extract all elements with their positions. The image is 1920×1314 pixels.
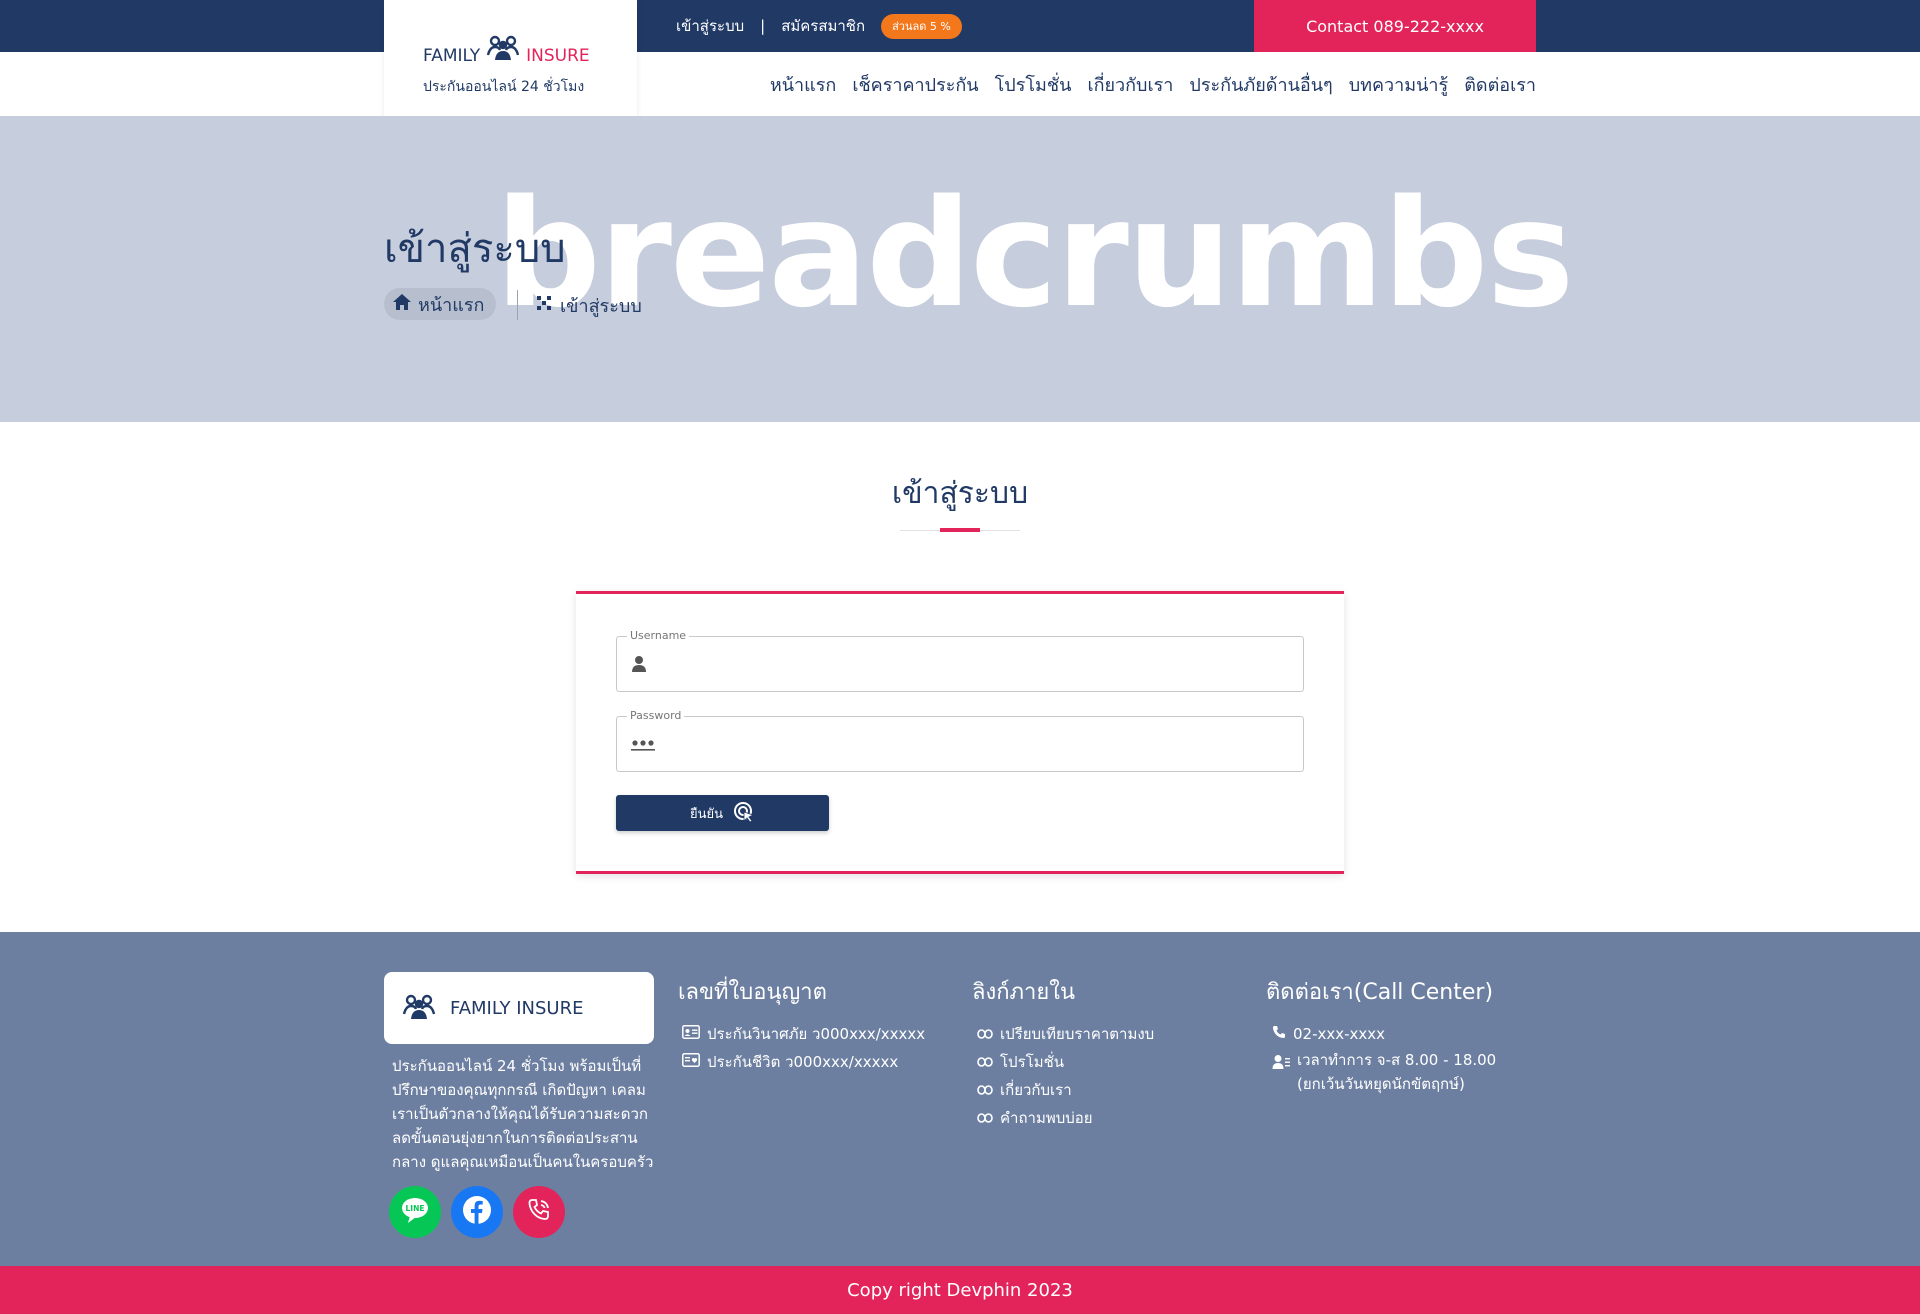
password-label: Password <box>627 709 685 722</box>
internal-links-list: เปรียบเทียบราคาตามงบ โปรโมชั่น เกี่ยวกับ… <box>977 1020 1154 1132</box>
footer-description: ประกันออนไลน์ 24 ชั่วโมง พร้อมเป็นที่ปรึ… <box>392 1057 654 1171</box>
submit-button[interactable]: ยืนยัน <box>616 795 829 831</box>
facebook-icon <box>462 1195 492 1229</box>
nav-item-promotions[interactable]: โปรโมชั่น <box>995 70 1072 99</box>
footer-brand: FAMILY INSURE <box>450 997 584 1019</box>
internal-links-heading: ลิงก์ภายใน <box>972 980 1076 1005</box>
password-input[interactable] <box>667 727 1287 763</box>
contact-list: 02-xxx-xxxx เวลาทำการ จ-ส 8.00 - 18.00 (… <box>1272 1020 1496 1096</box>
logo-family-text: FAMILY <box>423 46 481 66</box>
heading-accent-bar <box>940 528 980 532</box>
breadcrumb-home[interactable]: หน้าแรก <box>384 288 497 320</box>
footer-link-faq[interactable]: คำถามพบบ่อย <box>977 1104 1154 1132</box>
contact-button[interactable]: Contact 089-222-xxxx <box>1254 0 1536 52</box>
call-button[interactable] <box>513 1186 565 1238</box>
login-link[interactable]: เข้าสู่ระบบ <box>676 14 744 38</box>
nav-item-about[interactable]: เกี่ยวกับเรา <box>1087 70 1173 99</box>
nav-item-contact[interactable]: ติดต่อเรา <box>1464 70 1536 99</box>
logo-tagline: ประกันออนไลน์ 24 ชั่วโมง <box>423 79 585 95</box>
svg-text:LINE: LINE <box>406 1204 425 1213</box>
footer-link-label: เกี่ยวกับเรา <box>1000 1081 1072 1099</box>
username-input[interactable] <box>667 647 1287 683</box>
contact-hours-text: เวลาทำการ จ-ส 8.00 - 18.00 (ยกเว้นวันหยุ… <box>1297 1048 1496 1096</box>
footer-link-compare[interactable]: เปรียบเทียบราคาตามงบ <box>977 1020 1154 1048</box>
breadcrumb-current-label: เข้าสู่ระบบ <box>560 295 642 317</box>
top-links: เข้าสู่ระบบ | สมัครสมาชิก ส่วนลด 5 % <box>676 13 962 39</box>
license-item-label: ประกันวินาศภัย ว000xxx/xxxxx <box>707 1025 926 1043</box>
user-icon <box>631 655 647 677</box>
breadcrumb-home-label: หน้าแรก <box>418 294 485 316</box>
footer-link-promotions[interactable]: โปรโมชั่น <box>977 1048 1154 1076</box>
discount-badge[interactable]: ส่วนลด 5 % <box>881 13 962 39</box>
user-list-icon <box>1272 1053 1290 1077</box>
phone-icon <box>1272 1025 1286 1043</box>
hero-watermark: breadcrumbs <box>495 168 1574 340</box>
footer-logo[interactable]: FAMILY INSURE <box>384 972 654 1044</box>
family-icon <box>402 992 436 1025</box>
license-item: ประกันชีวิต ว000xxx/xxxxx <box>682 1048 925 1076</box>
main-nav: หน้าแรก เช็คราคาประกัน โปรโมชั่น เกี่ยวก… <box>0 52 1920 116</box>
license-list: ประกันวินาศภัย ว000xxx/xxxxx ประกันชีวิต… <box>682 1020 925 1076</box>
id-card-icon <box>682 1025 700 1043</box>
id-card-heart-icon <box>682 1053 700 1071</box>
home-icon <box>392 293 412 316</box>
contact-phone[interactable]: 02-xxx-xxxx <box>1272 1020 1496 1048</box>
contact-hours: เวลาทำการ จ-ส 8.00 - 18.00 (ยกเว้นวันหยุ… <box>1272 1048 1496 1096</box>
contact-heading: ติดต่อเรา(Call Center) <box>1266 980 1494 1005</box>
line-icon: LINE <box>400 1196 430 1228</box>
footer-link-label: คำถามพบบ่อย <box>1000 1109 1093 1127</box>
footer-link-label: เปรียบเทียบราคาตามงบ <box>1000 1025 1155 1043</box>
nav-item-home[interactable]: หน้าแรก <box>770 70 836 99</box>
footer-link-about[interactable]: เกี่ยวกับเรา <box>977 1076 1154 1104</box>
password-field[interactable]: Password <box>616 709 1304 772</box>
nav-menu: หน้าแรก เช็คราคาประกัน โปรโมชั่น เกี่ยวก… <box>770 70 1536 99</box>
top-link-separator: | <box>760 17 766 35</box>
footer-link-label: โปรโมชั่น <box>1000 1053 1065 1071</box>
link-icon <box>977 1081 993 1099</box>
login-heading: เข้าสู่ระบบ <box>891 476 1029 511</box>
link-icon <box>977 1025 993 1043</box>
submit-button-label: ยืนยัน <box>689 805 723 821</box>
breadcrumb-divider <box>517 290 518 320</box>
nav-item-articles[interactable]: บทความน่ารู้ <box>1349 70 1449 99</box>
page-title: เข้าสู่ระบบ <box>384 226 566 272</box>
license-item: ประกันวินาศภัย ว000xxx/xxxxx <box>682 1020 925 1048</box>
login-form: Username Password ยืนยัน <box>576 591 1344 874</box>
license-heading: เลขที่ใบอนุญาต <box>678 980 827 1005</box>
contact-hours-label: เวลาทำการ จ-ส 8.00 - 18.00 <box>1297 1051 1497 1069</box>
contact-hours-note: (ยกเว้นวันหยุดนักขัตฤกษ์) <box>1297 1075 1465 1093</box>
breadcrumb-current: เข้าสู่ระบบ <box>536 290 642 320</box>
facebook-button[interactable] <box>451 1186 503 1238</box>
family-icon <box>486 33 520 66</box>
link-icon <box>977 1109 993 1127</box>
register-link[interactable]: สมัครสมาชิก <box>781 14 865 38</box>
contact-phone-label: 02-xxx-xxxx <box>1293 1025 1386 1043</box>
line-button[interactable]: LINE <box>389 1186 441 1238</box>
nav-item-other-insurance[interactable]: ประกันภัยด้านอื่นๆ <box>1189 70 1332 99</box>
username-label: Username <box>627 629 690 642</box>
username-field[interactable]: Username <box>616 629 1304 692</box>
logo-wordmark: FAMILY INSURE <box>423 33 590 66</box>
pointer-click-icon <box>733 801 755 826</box>
password-dots-icon <box>631 737 655 756</box>
phone-call-icon <box>525 1196 553 1228</box>
link-icon <box>977 1053 993 1071</box>
top-bar: เข้าสู่ระบบ | สมัครสมาชิก ส่วนลด 5 % Con… <box>0 0 1920 52</box>
page-hero: breadcrumbs เข้าสู่ระบบ หน้าแรก เข้าสู่ร… <box>0 116 1920 422</box>
nav-item-check-price[interactable]: เช็คราคาประกัน <box>852 70 978 99</box>
grid-dots-icon <box>536 295 552 316</box>
license-item-label: ประกันชีวิต ว000xxx/xxxxx <box>707 1053 899 1071</box>
site-footer: FAMILY INSURE ประกันออนไลน์ 24 ชั่วโมง พ… <box>0 932 1920 1266</box>
logo-insure-text: INSURE <box>526 46 590 66</box>
copyright-bar: Copy right Devphin 2023 <box>0 1266 1920 1314</box>
